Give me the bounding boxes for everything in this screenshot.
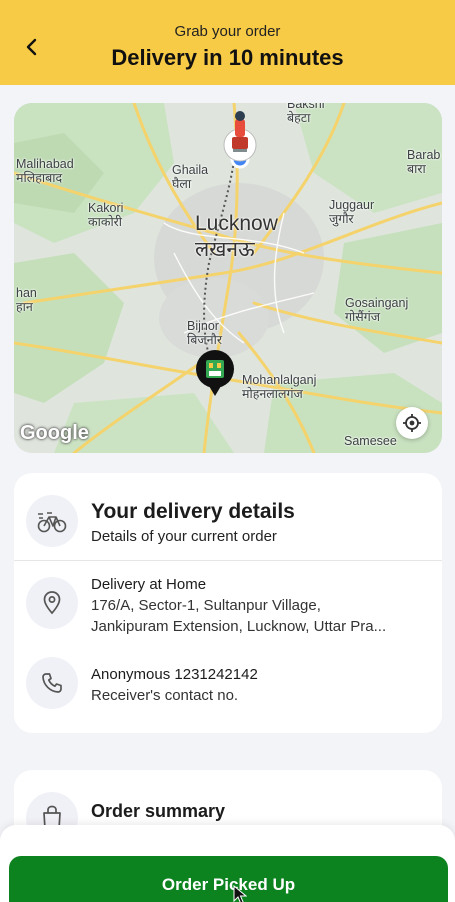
- bicycle-icon: [26, 495, 78, 547]
- order-picked-up-button[interactable]: Order Picked Up: [9, 856, 448, 902]
- map-label-samesee: Samesee: [344, 434, 397, 448]
- delivery-rider-icon: [221, 107, 259, 173]
- phone-icon[interactable]: [26, 657, 78, 709]
- divider: [14, 560, 442, 561]
- mouse-cursor-icon: [233, 885, 247, 902]
- map-label-barab: Barab बारा: [407, 148, 441, 176]
- receiver-contact-note: Receiver's contact no.: [91, 687, 239, 704]
- map-label-mohanlalganj: Mohanlalganj मोहनलालगंज: [242, 373, 317, 401]
- page-title: Delivery in 10 minutes: [111, 45, 344, 70]
- address-type: Delivery at Home: [91, 576, 207, 593]
- header-subtitle: Grab your order: [174, 23, 281, 40]
- delivery-map[interactable]: Bakshi बेहटा Malihabad मलिहाबाद Ghaila घैला…: [14, 103, 442, 453]
- map-label-bakshi: Bakshi बेहटा: [287, 103, 325, 125]
- bottom-action-bar: Order Picked Up: [0, 825, 455, 902]
- location-pin-icon: [26, 577, 78, 629]
- delivery-details-subtitle: Details of your current order: [91, 528, 277, 545]
- map-label-lucknow: Lucknow लखनऊ: [195, 212, 278, 261]
- map-label-han: han हान: [16, 286, 37, 314]
- map-label-juggaur: Juggaur जुगौर: [329, 198, 375, 226]
- map-label-kakori: Kakori काकोरी: [88, 201, 124, 229]
- address-line-1: 176/A, Sector-1, Sultanpur Village,: [91, 597, 321, 614]
- app-header: Grab your order Delivery in 10 minutes: [0, 0, 455, 85]
- map-label-malihabad: Malihabad मलिहाबाद: [16, 157, 74, 185]
- order-summary-title: Order summary: [91, 801, 226, 821]
- map-label-bijnor: Bijnor बिजनौर: [187, 319, 222, 347]
- google-logo: Google: [20, 422, 89, 444]
- store-pin-icon: [195, 350, 235, 396]
- crosshair-icon[interactable]: [396, 407, 428, 439]
- map-label-gosainganj: Gosainganj गोसैंगंज: [345, 296, 409, 324]
- map-label-ghaila: Ghaila घैला: [172, 163, 209, 191]
- delivery-details-card: Your delivery details Details of your cu…: [14, 473, 442, 733]
- address-line-2: Jankipuram Extension, Lucknow, Uttar Pra…: [91, 618, 387, 635]
- delivery-details-title: Your delivery details: [91, 500, 295, 523]
- receiver-name: Anonymous 1231242142: [91, 666, 258, 683]
